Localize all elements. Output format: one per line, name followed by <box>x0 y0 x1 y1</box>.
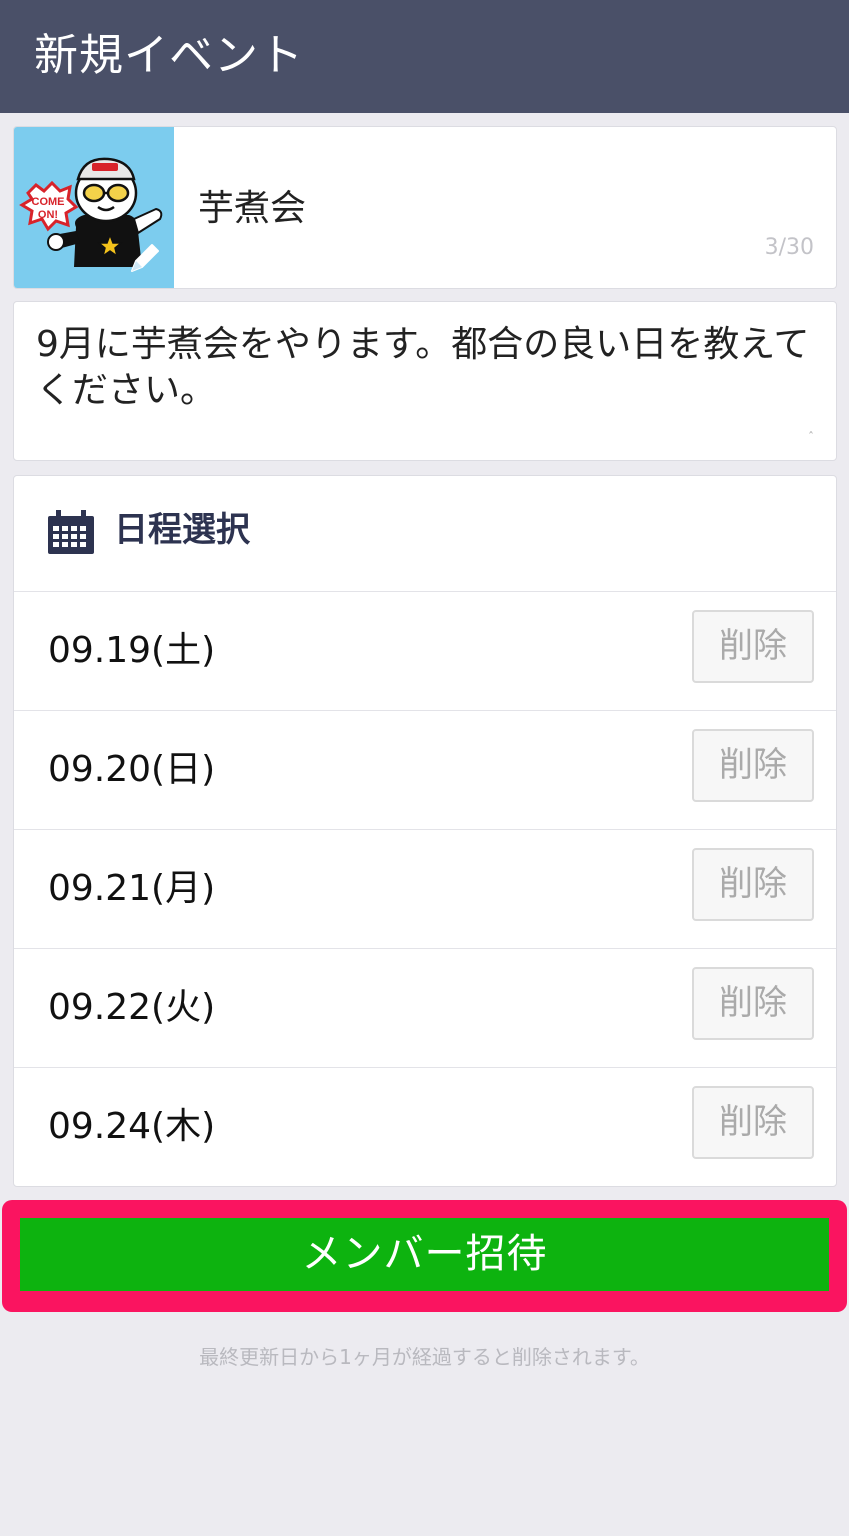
svg-text:COME: COME <box>32 196 65 208</box>
calendar-icon <box>48 510 94 554</box>
delete-date-button[interactable]: 削除 <box>692 967 814 1040</box>
date-row: 09.22(火) 削除 <box>14 949 836 1068</box>
date-label: 09.20(日) <box>48 749 216 790</box>
delete-date-button[interactable]: 削除 <box>692 1086 814 1159</box>
date-label: 09.24(木) <box>48 1106 216 1147</box>
svg-text:ON!: ON! <box>38 209 58 221</box>
title-char-counter: 3/30 <box>764 235 814 260</box>
event-title-input[interactable]: 芋煮会 <box>198 187 306 231</box>
delete-date-button[interactable]: 削除 <box>692 848 814 921</box>
date-row: 09.20(日) 削除 <box>14 711 836 830</box>
date-label: 09.22(火) <box>48 987 216 1028</box>
schedule-card: 日程選択 09.19(土) 削除 09.20(日) 削除 09.21(月) 削除… <box>13 475 837 1187</box>
page-title: 新規イベント <box>34 30 304 81</box>
delete-date-button[interactable]: 削除 <box>692 610 814 683</box>
description-card: 9月に芋煮会をやります。都合の良い日を教えてください。 ˆ <box>13 301 837 461</box>
app-header: 新規イベント <box>0 0 849 113</box>
invite-members-button[interactable]: メンバー招待 <box>20 1218 829 1291</box>
event-title-card: COME ON! 芋煮会 3/30 <box>13 126 837 289</box>
edit-pencil-icon <box>131 244 159 272</box>
date-label: 09.19(土) <box>48 630 216 671</box>
event-sticker-thumbnail[interactable]: COME ON! <box>14 127 174 288</box>
schedule-heading: 日程選択 <box>114 510 250 550</box>
date-row: 09.21(月) 削除 <box>14 830 836 949</box>
description-textarea[interactable]: 9月に芋煮会をやります。都合の良い日を教えてください。 <box>36 322 816 414</box>
date-label: 09.21(月) <box>48 868 216 909</box>
resize-handle-icon: ˆ <box>808 430 814 444</box>
schedule-header: 日程選択 <box>14 476 836 592</box>
date-row: 09.24(木) 削除 <box>14 1068 836 1186</box>
auto-delete-notice: 最終更新日から1ヶ月が経過すると削除されます。 <box>199 1345 650 1369</box>
invite-highlight: メンバー招待 <box>2 1200 847 1312</box>
delete-date-button[interactable]: 削除 <box>692 729 814 802</box>
date-row: 09.19(土) 削除 <box>14 592 836 711</box>
